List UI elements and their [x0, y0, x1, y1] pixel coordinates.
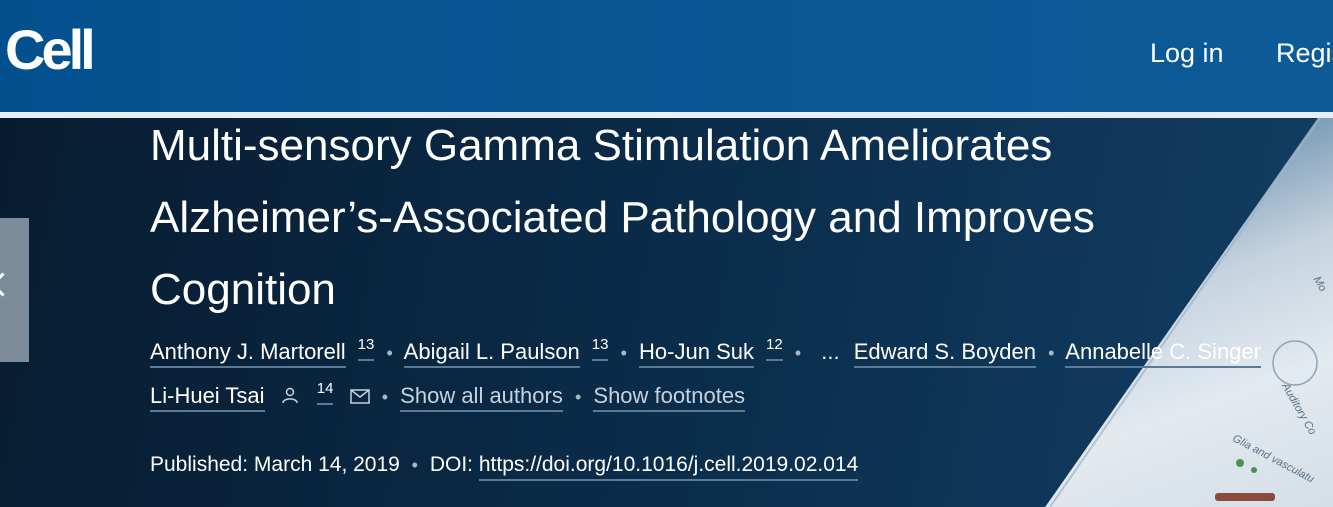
- separator-bullet: •: [411, 455, 418, 475]
- cell-logo[interactable]: Cell: [5, 22, 96, 78]
- login-link[interactable]: Log in: [1150, 38, 1224, 69]
- doi-label: DOI:: [429, 453, 473, 476]
- author-link[interactable]: Ho-Jun Suk: [639, 339, 754, 368]
- author-affiliation-sup[interactable]: 12: [766, 336, 783, 361]
- authors-line-1: Anthony J. Martorell 13 • Abigail L. Paul…: [150, 336, 1261, 368]
- author-link[interactable]: Edward S. Boyden: [853, 339, 1036, 368]
- author-affiliation-sup[interactable]: 13: [591, 336, 609, 361]
- separator-bullet: •: [794, 343, 802, 363]
- separator-bullet: •: [620, 343, 627, 363]
- doi-link[interactable]: https://doi.org/10.1016/j.cell.2019.02.0…: [478, 453, 859, 481]
- register-link[interactable]: Register: [1276, 38, 1333, 69]
- authors-ellipsis: ...: [821, 339, 840, 364]
- separator-bullet: •: [386, 343, 393, 363]
- published-date: Published: March 14, 2019: [150, 453, 400, 476]
- article-hero: Mo Auditory Co Glia and vasculatu Multi-…: [0, 118, 1333, 507]
- author-link[interactable]: Annabelle C. Singer: [1065, 339, 1261, 368]
- publication-info: Published: March 14, 2019 • DOI: https:/…: [150, 453, 859, 481]
- separator-bullet: •: [381, 387, 389, 407]
- separator-bullet: •: [574, 387, 582, 407]
- show-footnotes-link[interactable]: Show footnotes: [593, 383, 746, 412]
- article-title: Multi-sensory Gamma Stimulation Ameliora…: [150, 121, 1095, 314]
- author-affiliation-sup[interactable]: 14: [316, 380, 334, 405]
- author-link[interactable]: Abigail L. Paulson: [403, 339, 580, 368]
- top-navigation-bar: Cell Log in Register: [0, 0, 1333, 112]
- mail-icon[interactable]: [349, 384, 370, 410]
- separator-bullet: •: [1048, 343, 1055, 363]
- author-affiliation-sup[interactable]: 13: [357, 336, 375, 361]
- author-link[interactable]: Anthony J. Martorell: [150, 339, 346, 368]
- show-all-authors-link[interactable]: Show all authors: [400, 383, 563, 412]
- sidebar-toggle-tab[interactable]: [0, 218, 29, 362]
- person-icon: [281, 384, 299, 410]
- corresponding-author-link[interactable]: Li-Huei Tsai: [150, 383, 265, 412]
- chevron-left-icon: [0, 272, 15, 297]
- authors-line-2: Li-Huei Tsai 14 • Show all authors • Sho…: [150, 380, 746, 412]
